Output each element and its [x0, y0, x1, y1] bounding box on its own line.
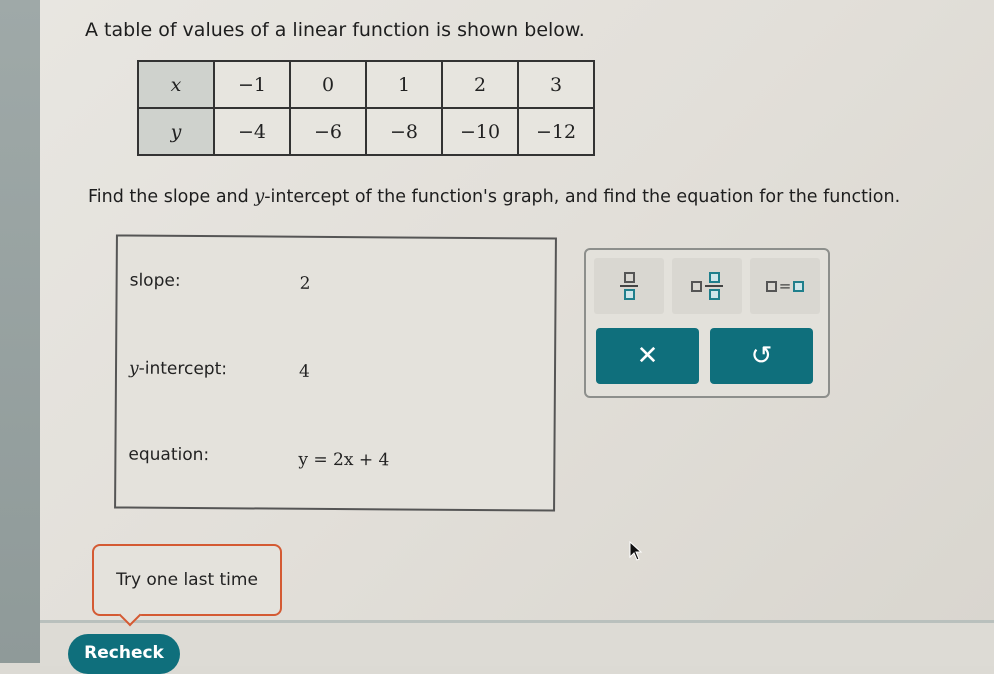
- recheck-button[interactable]: Recheck: [68, 634, 180, 674]
- feedback-tooltip: Try one last time: [92, 544, 282, 616]
- values-table: x −1 0 1 2 3 y −4 −6 −8 −10 −12: [137, 60, 595, 156]
- intercept-label: y-intercept:: [129, 359, 227, 380]
- clear-button[interactable]: ✕: [596, 328, 699, 384]
- intercept-input[interactable]: 4: [299, 362, 310, 382]
- undo-icon: ↺: [750, 341, 773, 371]
- equation-input[interactable]: y = 2x + 4: [298, 450, 389, 471]
- y-cell: −8: [365, 107, 443, 156]
- x-cell: 2: [441, 60, 519, 109]
- x-header: x: [137, 60, 215, 109]
- slope-label: slope:: [129, 270, 181, 291]
- intercept-var: y: [128, 358, 139, 379]
- table-row-y: y −4 −6 −8 −10 −12: [137, 107, 595, 156]
- fraction-icon: [620, 272, 638, 300]
- footer-bar: [40, 620, 994, 666]
- tooltip-text: Try one last time: [116, 570, 258, 590]
- y-cell: −10: [441, 107, 519, 156]
- mouse-cursor-icon: [629, 541, 643, 561]
- undo-button[interactable]: ↺: [710, 328, 813, 384]
- y-cell: −6: [289, 107, 367, 156]
- math-palette: = ✕ ↺: [584, 248, 830, 398]
- prompt-after: -intercept of the function's graph, and …: [264, 187, 901, 207]
- fraction-button[interactable]: [594, 258, 664, 314]
- x-cell: 3: [517, 60, 595, 109]
- prompt-before: Find the slope and: [88, 187, 255, 207]
- equation-label: equation:: [128, 444, 210, 466]
- y-cell: −12: [517, 107, 595, 156]
- mixed-number-icon: [691, 272, 723, 300]
- question-prompt: Find the slope and y-intercept of the fu…: [88, 187, 900, 207]
- x-cell: −1: [213, 60, 291, 109]
- mixed-number-button[interactable]: [672, 258, 742, 314]
- intro-text: A table of values of a linear function i…: [85, 19, 585, 41]
- x-cell: 0: [289, 60, 367, 109]
- table-row-x: x −1 0 1 2 3: [137, 60, 595, 109]
- answer-box: slope: 2 y-intercept: 4 equation: y = 2x…: [114, 234, 557, 512]
- left-rail: [0, 0, 40, 663]
- intercept-label-text: -intercept:: [138, 358, 228, 380]
- prompt-var: y: [254, 187, 265, 207]
- y-cell: −4: [213, 107, 291, 156]
- x-cell: 1: [365, 60, 443, 109]
- y-header: y: [137, 107, 215, 156]
- equation-button[interactable]: =: [750, 258, 820, 314]
- slope-input[interactable]: 2: [300, 274, 311, 294]
- close-icon: ✕: [636, 341, 659, 371]
- equals-icon: =: [765, 277, 805, 295]
